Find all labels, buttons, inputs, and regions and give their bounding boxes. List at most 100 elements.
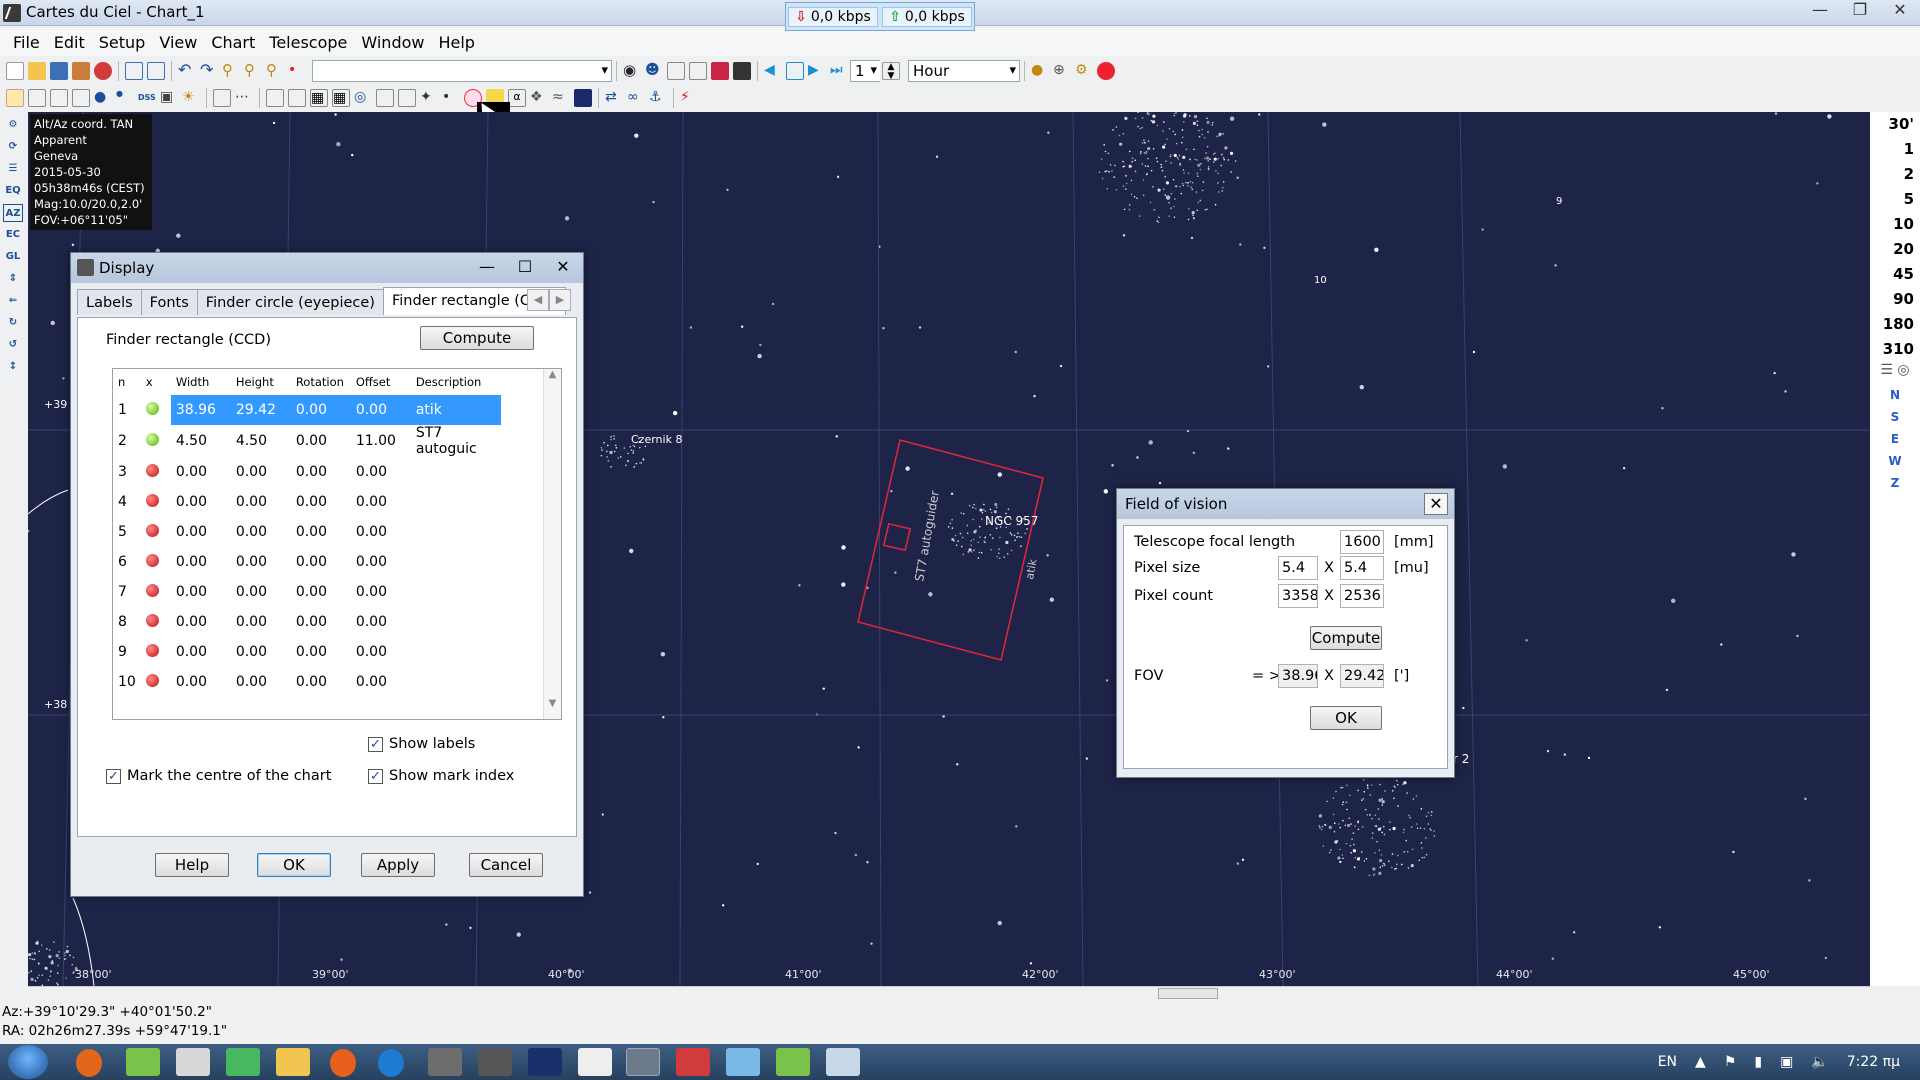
fov-compute-button[interactable]: Compute xyxy=(1310,626,1382,650)
horizontal-scrollbar[interactable] xyxy=(28,986,1870,1000)
view-options-icon[interactable]: ☰ ◎ xyxy=(1870,362,1920,384)
cell-rotation[interactable]: 0.00 xyxy=(291,637,351,667)
direction-south[interactable]: S xyxy=(1870,406,1920,428)
cell-description[interactable] xyxy=(411,487,501,517)
table-row[interactable]: 5 0.00 0.00 0.00 0.00 xyxy=(113,517,501,547)
dot-icon[interactable]: ● xyxy=(116,89,134,107)
boundary-icon[interactable] xyxy=(288,89,306,107)
table-row[interactable]: 6 0.00 0.00 0.00 0.00 xyxy=(113,547,501,577)
list-icon[interactable] xyxy=(667,62,685,80)
pixel-size-y-input[interactable]: 5.4 xyxy=(1340,556,1384,580)
menu-setup[interactable]: Setup xyxy=(92,33,153,52)
line-icon[interactable] xyxy=(266,89,284,107)
checkbox-checked-icon[interactable]: ✓ xyxy=(368,736,383,752)
new-chart-icon[interactable] xyxy=(6,62,24,80)
disabled-dot-icon[interactable] xyxy=(145,493,159,507)
ec-projection-icon[interactable]: EC xyxy=(3,226,23,244)
cell-enabled[interactable] xyxy=(141,425,171,457)
mark-centre-checkbox[interactable]: ✓ Mark the centre of the chart xyxy=(106,768,331,784)
window-icon[interactable] xyxy=(125,62,143,80)
clock[interactable]: 7:22 πμ xyxy=(1847,1054,1900,1070)
night-vision-icon[interactable] xyxy=(574,89,592,107)
dialog-close-button[interactable]: ✕ xyxy=(549,257,577,277)
disabled-dot-icon[interactable] xyxy=(145,673,159,687)
link-icon[interactable]: ∞ xyxy=(627,89,645,107)
player-icon[interactable] xyxy=(330,1049,356,1077)
cell-n[interactable]: 5 xyxy=(113,517,141,547)
cell-width[interactable]: 0.00 xyxy=(171,637,231,667)
delete-marks-icon[interactable]: ⚡ xyxy=(680,89,698,107)
cell-height[interactable]: 0.00 xyxy=(231,637,291,667)
cell-width[interactable]: 0.00 xyxy=(171,577,231,607)
battery-icon[interactable]: ▮ xyxy=(1754,1054,1762,1070)
target-icon[interactable]: • xyxy=(288,62,306,80)
cell-offset[interactable]: 11.00 xyxy=(351,425,411,457)
flag-icon[interactable]: ⚑ xyxy=(1724,1054,1737,1070)
save-icon[interactable] xyxy=(50,62,68,80)
dialog-maximize-button[interactable]: ☐ xyxy=(511,257,539,277)
cell-description[interactable] xyxy=(411,607,501,637)
cell-height[interactable]: 29.42 xyxy=(230,395,291,425)
altaz-grid-icon[interactable]: ▦ xyxy=(332,89,350,107)
flip-icon[interactable]: ⇄ xyxy=(605,89,623,107)
fov-dialog-titlebar[interactable]: Field of vision ✕ xyxy=(1117,489,1454,519)
arrow-icon[interactable]: ⇕ xyxy=(3,270,23,288)
zoom-out-icon[interactable]: ⚲ xyxy=(244,62,262,80)
doc-icon[interactable]: ☰ xyxy=(3,160,23,178)
table-row[interactable]: 3 0.00 0.00 0.00 0.00 xyxy=(113,457,501,487)
enabled-dot-icon[interactable] xyxy=(145,401,159,415)
fov-item[interactable]: 310 xyxy=(1870,337,1920,362)
gl-projection-icon[interactable]: GL xyxy=(3,248,23,266)
mail-icon[interactable] xyxy=(226,1048,260,1076)
step-spinner-icon[interactable]: ▲ ▼ xyxy=(882,62,900,81)
checkbox-checked-icon[interactable]: ✓ xyxy=(106,768,121,784)
print-icon[interactable] xyxy=(72,62,90,80)
cell-rotation[interactable]: 0.00 xyxy=(291,547,351,577)
show-mark-index-checkbox[interactable]: ✓ Show mark index xyxy=(368,768,514,784)
alpha-icon[interactable]: α xyxy=(508,89,526,107)
open-icon[interactable] xyxy=(28,62,46,80)
camera-icon[interactable]: ▣ xyxy=(160,89,178,107)
photoshop-icon[interactable] xyxy=(528,1048,562,1076)
minimize-button[interactable]: — xyxy=(1800,0,1840,22)
cell-height[interactable]: 0.00 xyxy=(231,577,291,607)
light-icon[interactable]: ☀ xyxy=(182,89,200,107)
cell-width[interactable]: 0.00 xyxy=(171,667,231,697)
setup-icon[interactable] xyxy=(94,62,112,80)
table-row[interactable]: 4 0.00 0.00 0.00 0.00 xyxy=(113,487,501,517)
cell-rotation[interactable]: 0.00 xyxy=(291,607,351,637)
menu-edit[interactable]: Edit xyxy=(47,33,92,52)
rotate-icon[interactable] xyxy=(72,89,90,107)
object-search-combo[interactable] xyxy=(312,60,612,82)
focal-length-input[interactable]: 1600 xyxy=(1340,530,1384,554)
cell-width[interactable]: 0.00 xyxy=(171,517,231,547)
cell-enabled[interactable] xyxy=(141,487,171,517)
cell-description[interactable]: atik xyxy=(410,395,501,425)
direction-north[interactable]: N xyxy=(1870,384,1920,406)
table-row[interactable]: 9 0.00 0.00 0.00 0.00 xyxy=(113,637,501,667)
az-projection-icon[interactable]: AZ xyxy=(3,204,23,222)
constellation-icon[interactable]: ⋯ xyxy=(235,89,253,107)
app-blue-icon[interactable] xyxy=(726,1048,760,1076)
search-icon[interactable]: ⚲ xyxy=(266,62,284,80)
grid-icon[interactable] xyxy=(733,62,751,80)
cell-enabled[interactable] xyxy=(141,577,171,607)
cell-offset[interactable]: 0.00 xyxy=(351,517,411,547)
calendar-icon[interactable] xyxy=(711,62,729,80)
cell-description[interactable] xyxy=(411,577,501,607)
dss-icon[interactable]: DSS xyxy=(138,89,156,107)
cell-n[interactable]: 8 xyxy=(113,607,141,637)
cell-description[interactable] xyxy=(411,667,501,697)
observer-icon[interactable]: ☻ xyxy=(645,62,663,80)
tab-fonts[interactable]: Fonts xyxy=(140,289,198,315)
display-dialog-titlebar[interactable]: Display — ☐ ✕ xyxy=(71,253,583,283)
rotate-right-icon[interactable]: ↻ xyxy=(3,314,23,332)
cell-enabled[interactable] xyxy=(141,637,171,667)
disabled-dot-icon[interactable] xyxy=(145,463,159,477)
asteroid-icon[interactable]: • xyxy=(442,89,460,107)
crosshair-icon[interactable]: ⊕ xyxy=(1053,62,1071,80)
fov-item[interactable]: 45 xyxy=(1870,262,1920,287)
cell-height[interactable]: 0.00 xyxy=(231,547,291,577)
ecliptic-icon[interactable]: ◎ xyxy=(354,89,372,107)
cell-offset[interactable]: 0.00 xyxy=(351,457,411,487)
